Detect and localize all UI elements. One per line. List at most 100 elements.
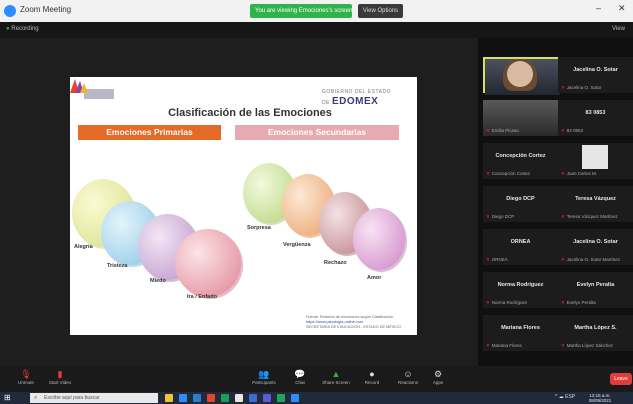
- participant-name: Teresa Vázquez: [575, 196, 616, 202]
- chat-icon: 💬: [294, 369, 306, 379]
- participants-label: Participants: [252, 380, 276, 385]
- participant-tile[interactable]: Concepción Cortez ✕ Concepción Cortez: [483, 143, 558, 179]
- participant-sub-name: Jacelina O. Sotar Martínez: [566, 257, 621, 262]
- share-screen-button[interactable]: ▲ Share Screen: [318, 369, 354, 391]
- teams-icon[interactable]: [263, 394, 271, 402]
- participant-sub: ✕ Mariana Flores: [486, 343, 556, 349]
- participant-tile[interactable]: Evelyn Peralta ✕ Evelyn Peralta: [558, 272, 633, 308]
- recording-indicator[interactable]: ● Recording: [6, 26, 39, 32]
- participant-tile[interactable]: Norma Rodríguez ✕ Norma Rodríguez: [483, 272, 558, 308]
- participants-gallery: Jacelina O. Sotar ✕ Jacelina O. Sotar ✕ Em…: [478, 38, 633, 366]
- participant-name: Diego DCP: [506, 196, 535, 202]
- leave-button[interactable]: Leave: [610, 373, 632, 385]
- recording-label: Recording: [11, 26, 39, 32]
- participant-tile[interactable]: Martha López S. ✕ Martha López Sánchez: [558, 315, 633, 351]
- participant-tile[interactable]: Teresa Vázquez ✕ Teresa Vázquez Martínez: [558, 186, 633, 222]
- participant-name: 83 0853: [585, 110, 606, 116]
- view-options-button[interactable]: View Options: [358, 4, 403, 18]
- participant-sub-name: Martha López Sánchez: [566, 343, 614, 348]
- file-explorer-icon[interactable]: [165, 394, 173, 402]
- window-title: Zoom Meeting: [20, 5, 72, 14]
- zoom-logo-icon: [4, 5, 16, 17]
- taskbar-search[interactable]: ⌕ Escribe aquí para buscar: [30, 393, 158, 403]
- excel-icon[interactable]: [221, 394, 229, 402]
- view-button[interactable]: View: [612, 26, 625, 32]
- share-banner[interactable]: You are viewing Emociones's screen: [250, 4, 352, 18]
- participants-button[interactable]: 👥 Participants: [246, 369, 282, 391]
- apps-button[interactable]: ⚙ Apps: [420, 369, 456, 391]
- record-button[interactable]: ● Record: [354, 369, 390, 391]
- muted-mic-icon: ✕: [486, 214, 490, 219]
- participant-sub: ✕ ORNEA: [486, 257, 556, 263]
- record-label: Record: [364, 380, 380, 385]
- label-sorpresa: Sorpresa: [247, 225, 271, 231]
- app-icon[interactable]: [277, 394, 285, 402]
- windows-taskbar: ⊞ ⌕ Escribe aquí para buscar ^ ☁ ESP 12:…: [0, 392, 633, 404]
- video-button[interactable]: ▮ Start Video: [42, 369, 78, 391]
- participant-name: Mariana Flores: [501, 325, 540, 331]
- participant-tile-video[interactable]: ✕ Emilia Picaso: [483, 100, 558, 136]
- meeting-toolbar: 🎙 Unmute ▮ Start Video 👥 Participants 💬 …: [0, 366, 633, 392]
- participant-sub-name: Diego DCP: [491, 214, 515, 219]
- close-button[interactable]: ✕: [618, 3, 626, 14]
- participant-sub: ✕ Evelyn Peralta: [561, 300, 631, 306]
- participant-sub: ✕ Teresa Vázquez Martínez: [561, 214, 631, 220]
- participant-tile-active-speaker[interactable]: [483, 57, 560, 95]
- video-off-icon: ▮: [57, 369, 63, 379]
- participant-tile[interactable]: ORNEA ✕ ORNEA: [483, 229, 558, 265]
- record-icon: ●: [369, 369, 375, 379]
- participant-sub-name: Norma Rodríguez: [491, 300, 528, 305]
- participant-sub: ✕ Jacelina O. Sotar Martínez: [561, 257, 631, 263]
- mute-label: Unmute: [18, 380, 34, 385]
- participant-tile-image[interactable]: ✕ Juan Carlos M.: [558, 143, 633, 179]
- clock-date: 08/09/2021: [588, 398, 612, 403]
- participant-sub: ✕ Martha López Sánchez: [561, 343, 631, 349]
- participant-sub: ✕ 83 0853: [561, 128, 631, 134]
- apps-icon: ⚙: [433, 369, 443, 379]
- participant-sub-name: ORNEA: [491, 257, 508, 262]
- participant-sub-name: Jacelina O. Sotar: [566, 85, 602, 90]
- taskbar-clock[interactable]: 12:16 a.m. 08/09/2021: [585, 393, 615, 403]
- edge-icon[interactable]: [249, 394, 257, 402]
- participant-sub-name: Teresa Vázquez Martínez: [566, 214, 618, 219]
- participant-name: Norma Rodríguez: [497, 282, 544, 288]
- participant-sub-name: Evelyn Peralta: [566, 300, 596, 305]
- label-verguenza: Vergüenza: [283, 242, 311, 248]
- participant-sub: ✕ Jacelina O. Sotar: [561, 85, 631, 91]
- participant-sub-name: 83 0853: [566, 128, 584, 133]
- label-alegria: Alegría: [74, 244, 93, 250]
- participant-tile[interactable]: Diego DCP ✕ Diego DCP: [483, 186, 558, 222]
- zoom-app-icon[interactable]: [179, 394, 187, 402]
- participant-name: ORNEA: [510, 239, 531, 245]
- mute-button[interactable]: 🎙 Unmute: [8, 369, 44, 391]
- bubble-amor: [353, 208, 407, 272]
- chat-label: Chat: [295, 380, 305, 385]
- participant-tile[interactable]: Mariana Flores ✕ Mariana Flores: [483, 315, 558, 351]
- participant-sub-name: Emilia Picaso: [491, 128, 519, 133]
- windows-start-icon[interactable]: ⊞: [4, 394, 11, 402]
- muted-mic-icon: ✕: [561, 128, 565, 133]
- chat-button[interactable]: 💬 Chat: [282, 369, 318, 391]
- system-tray[interactable]: ^ ☁ ESP: [555, 394, 575, 400]
- label-rechazo: Rechazo: [324, 260, 347, 266]
- participant-sub: ✕ Emilia Picaso: [486, 128, 556, 134]
- powerpoint-icon[interactable]: [207, 394, 215, 402]
- muted-mic-icon: ✕: [561, 300, 565, 305]
- muted-mic-icon: ✕: [561, 85, 565, 90]
- participant-sub: ✕ Diego DCP: [486, 214, 556, 220]
- word-icon[interactable]: [193, 394, 201, 402]
- zoom-window: Zoom Meeting You are viewing Emociones's…: [0, 0, 633, 404]
- muted-mic-icon: ✕: [486, 343, 490, 348]
- muted-mic-icon: ✕: [486, 257, 490, 262]
- video-label: Start Video: [48, 380, 72, 385]
- participant-tile[interactable]: 83 0853 ✕ 83 0853: [558, 100, 633, 136]
- muted-mic-icon: ✕: [561, 171, 565, 176]
- participant-tile[interactable]: Jacelina O. Sotar ✕ Jacelina O. Sotar Mar…: [558, 229, 633, 265]
- participant-name: Jacelina O. Sotar: [573, 67, 618, 73]
- chrome-icon[interactable]: [235, 394, 243, 402]
- muted-mic-icon: ✕: [561, 343, 565, 348]
- participant-tile[interactable]: Jacelina O. Sotar ✕ Jacelina O. Sotar: [558, 57, 633, 93]
- app-icon[interactable]: [291, 394, 299, 402]
- minimize-button[interactable]: –: [596, 3, 601, 13]
- muted-mic-icon: ✕: [561, 257, 565, 262]
